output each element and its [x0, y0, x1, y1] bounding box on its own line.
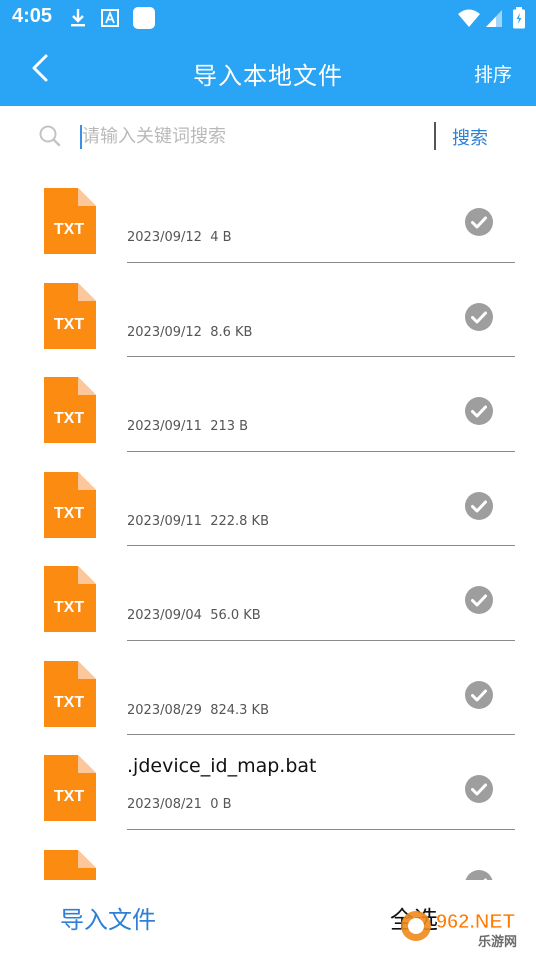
watermark-logo: 962.NET 乐游网	[401, 911, 517, 950]
search-bar: 搜索	[0, 106, 536, 168]
watermark-bottom: 乐游网	[478, 934, 517, 950]
txt-file-icon: TXT	[44, 282, 96, 349]
txt-file-icon: TXT	[44, 755, 96, 821]
txt-file-icon: TXT	[44, 377, 96, 443]
page-title: 导入本地文件	[193, 62, 343, 90]
file-meta: 2023/09/12 8.6 KB	[127, 325, 252, 340]
search-icon	[38, 124, 62, 148]
txt-file-icon: TXT	[44, 660, 96, 727]
file-date: 2023/09/04	[127, 608, 202, 623]
txt-file-icon: TXT	[44, 566, 96, 632]
file-meta: 2023/09/11 222.8 KB	[127, 514, 269, 529]
file-row[interactable]	[0, 830, 536, 880]
sort-button[interactable]: 排序	[474, 60, 512, 87]
import-files-button[interactable]: 导入文件	[60, 900, 156, 935]
check-circle-icon[interactable]	[465, 491, 493, 520]
check-circle-icon[interactable]	[465, 680, 493, 709]
file-row[interactable]: TXT .jdevice_id_map.bat 2023/08/21 0 B	[0, 735, 536, 830]
file-size: 0 B	[210, 797, 232, 812]
status-bar: 4:05	[0, 0, 536, 36]
file-meta: 2023/08/29 824.3 KB	[127, 703, 269, 718]
search-button[interactable]: 搜索	[452, 124, 488, 150]
file-date: 2023/09/11	[127, 419, 202, 434]
file-name: .jdevice_id_map.bat	[127, 755, 317, 777]
txt-file-icon: TXT	[44, 188, 96, 254]
check-circle-icon[interactable]	[465, 586, 493, 614]
file-type-label: TXT	[54, 505, 84, 522]
file-list[interactable]: TXT 2023/09/12 4 B TXT 2023/09/12 8.6 KB…	[0, 168, 536, 880]
txt-file-icon: TXT	[44, 471, 96, 538]
file-meta: 2023/09/12 4 B	[127, 230, 232, 245]
file-size: 213 B	[210, 419, 249, 434]
check-circle-icon[interactable]	[465, 775, 493, 803]
check-circle-icon[interactable]	[465, 869, 493, 880]
check-circle-icon[interactable]	[465, 302, 493, 331]
battery-icon	[510, 7, 528, 29]
file-size: 56.0 KB	[210, 608, 261, 623]
check-circle-icon[interactable]	[465, 208, 493, 236]
file-date: 2023/08/29	[127, 702, 202, 718]
file-size: 824.3 KB	[210, 702, 269, 718]
file-type-label: TXT	[54, 221, 84, 238]
file-size: 4 B	[210, 230, 232, 245]
file-meta: 2023/09/04 56.0 KB	[127, 608, 261, 623]
file-type-label: TXT	[54, 316, 84, 333]
file-type-label: TXT	[54, 788, 84, 805]
file-meta: 2023/09/11 213 B	[127, 419, 248, 434]
file-row[interactable]: TXT 2023/09/11 213 B	[0, 357, 536, 452]
search-divider	[434, 122, 436, 150]
file-date: 2023/08/21	[127, 797, 202, 812]
file-row[interactable]: TXT 2023/09/11 222.8 KB	[0, 452, 536, 546]
file-meta: 2023/08/21 0 B	[127, 797, 232, 812]
file-row[interactable]: TXT 2023/09/04 56.0 KB	[0, 546, 536, 641]
file-date: 2023/09/12	[127, 324, 202, 340]
search-input[interactable]	[82, 120, 412, 152]
file-row[interactable]: TXT 2023/09/12 4 B	[0, 168, 536, 263]
file-type-label: TXT	[54, 599, 84, 616]
file-row[interactable]: TXT 2023/08/29 824.3 KB	[0, 641, 536, 735]
download-icon	[68, 7, 88, 29]
file-type-label: TXT	[54, 410, 84, 427]
txt-file-icon	[44, 849, 96, 880]
app-bar: 导入本地文件 排序	[0, 36, 536, 106]
file-date: 2023/09/12	[127, 230, 202, 245]
keyboard-a-icon	[100, 7, 120, 29]
status-time: 4:05	[12, 5, 53, 27]
check-circle-icon[interactable]	[465, 397, 493, 425]
file-size: 8.6 KB	[210, 324, 253, 340]
file-row[interactable]: TXT 2023/09/12 8.6 KB	[0, 263, 536, 357]
signal-icon	[484, 7, 504, 29]
file-type-label: TXT	[54, 694, 84, 711]
file-size: 222.8 KB	[210, 513, 269, 529]
app-square-icon	[132, 7, 156, 29]
watermark-top: 962.NET	[436, 911, 515, 933]
file-date: 2023/09/11	[127, 513, 202, 529]
wifi-icon	[456, 7, 482, 29]
